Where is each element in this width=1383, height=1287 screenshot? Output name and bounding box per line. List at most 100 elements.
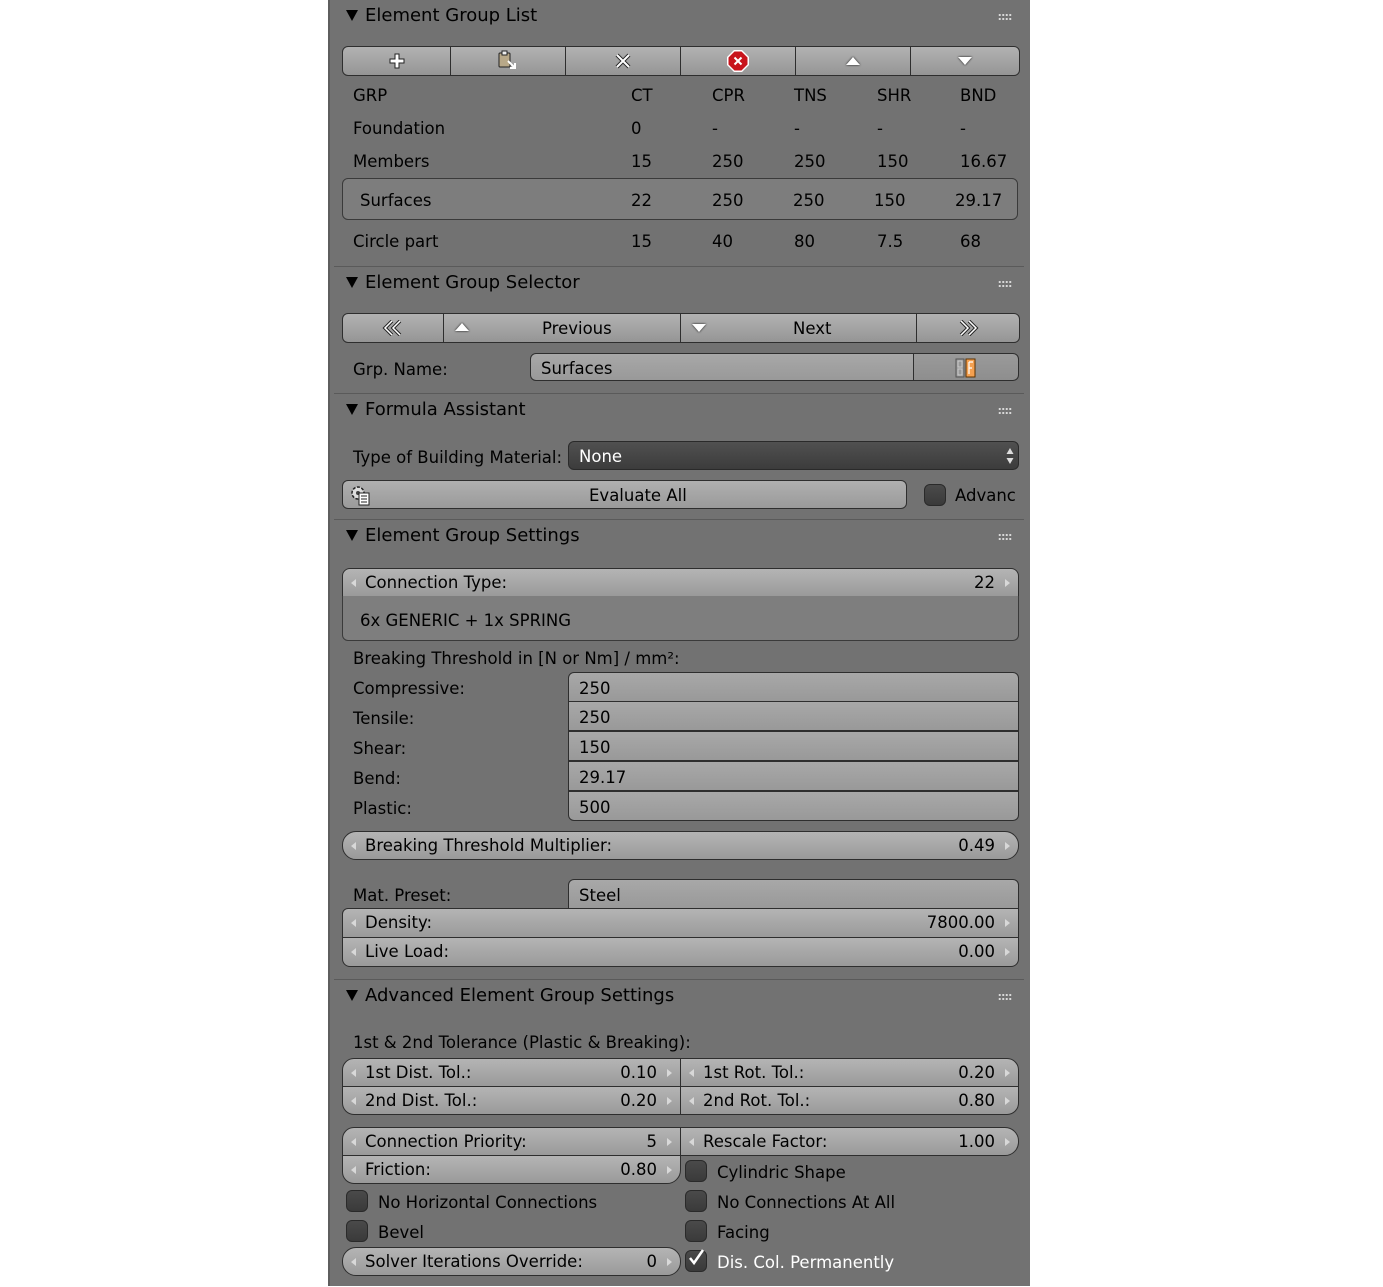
increment-arrow-icon[interactable] — [1005, 948, 1010, 956]
increment-arrow-icon[interactable] — [667, 1069, 672, 1077]
grp-name-input[interactable]: Surfaces — [530, 353, 914, 381]
dist-tol-2-field[interactable]: 2nd Dist. Tol.: 0.20 — [342, 1086, 681, 1115]
row-name: Circle part — [353, 232, 439, 251]
mat-preset-input[interactable]: Steel — [568, 879, 1019, 909]
collapse-triangle-icon[interactable] — [346, 990, 358, 1001]
element-group-selector-panel: Element Group Selector Previous Next Grp… — [334, 266, 1024, 394]
row-ct: 0 — [631, 119, 642, 138]
rescale-factor-field[interactable]: Rescale Factor: 1.00 — [680, 1127, 1019, 1156]
last-group-button[interactable] — [916, 314, 1019, 342]
triangle-down-icon — [692, 324, 706, 332]
threshold-multiplier-label: Breaking Threshold Multiplier: — [365, 836, 613, 855]
increment-arrow-icon[interactable] — [1005, 1138, 1010, 1146]
collapse-triangle-icon[interactable] — [346, 530, 358, 541]
move-group-down-button[interactable] — [910, 47, 1019, 75]
decrement-arrow-icon[interactable] — [689, 1069, 694, 1077]
material-type-dropdown[interactable]: None — [568, 441, 1019, 470]
tensile-input[interactable]: 250 — [568, 701, 1019, 731]
decrement-arrow-icon[interactable] — [689, 1097, 694, 1105]
row-bnd: - — [960, 119, 966, 138]
decrement-arrow-icon[interactable] — [351, 842, 356, 850]
cylindric-shape-checkbox[interactable] — [685, 1160, 707, 1182]
collapse-triangle-icon[interactable] — [346, 277, 358, 288]
increment-arrow-icon[interactable] — [667, 1258, 672, 1266]
paste-group-button[interactable] — [450, 47, 565, 75]
column-header-cpr: CPR — [712, 86, 745, 105]
decrement-arrow-icon[interactable] — [351, 1069, 356, 1077]
first-group-button[interactable] — [343, 314, 443, 342]
triangle-up-icon — [455, 323, 469, 331]
panel-header[interactable]: Formula Assistant — [334, 394, 1024, 430]
threshold-multiplier-field[interactable]: Breaking Threshold Multiplier: 0.49 — [342, 831, 1019, 860]
bend-input[interactable]: 29.17 — [568, 761, 1019, 791]
row-tns: 80 — [794, 232, 815, 251]
bevel-checkbox[interactable] — [346, 1220, 368, 1242]
checkmark-icon — [689, 1249, 705, 1266]
cylindric-shape-label: Cylindric Shape — [717, 1163, 846, 1182]
decrement-arrow-icon[interactable] — [351, 919, 356, 927]
formula-assistant-panel: Formula Assistant Type of Building Mater… — [334, 393, 1024, 520]
advanced-settings-panel: Advanced Element Group Settings 1st & 2n… — [334, 979, 1024, 1287]
dist-tol-2-label: 2nd Dist. Tol.: — [365, 1091, 478, 1110]
row-ct: 15 — [631, 152, 652, 171]
drag-grip-icon[interactable] — [998, 13, 1012, 21]
advanced-label: Advanc — [955, 486, 1016, 505]
rot-tol-2-field[interactable]: 2nd Rot. Tol.: 0.80 — [680, 1086, 1019, 1115]
drag-grip-icon[interactable] — [998, 280, 1012, 288]
decrement-arrow-icon[interactable] — [351, 579, 356, 587]
column-header-tns: TNS — [794, 86, 827, 105]
table-row-selected[interactable]: Surfaces 22 250 250 150 29.17 — [342, 178, 1018, 220]
panel-header[interactable]: Element Group Selector — [334, 267, 1024, 303]
density-field[interactable]: Density: 7800.00 — [342, 908, 1019, 938]
solver-iterations-field[interactable]: Solver Iterations Override: 0 — [342, 1247, 681, 1276]
increment-arrow-icon[interactable] — [667, 1166, 672, 1174]
next-group-button[interactable]: Next — [680, 314, 916, 342]
decrement-arrow-icon[interactable] — [351, 1097, 356, 1105]
remove-all-groups-button[interactable] — [680, 47, 795, 75]
drag-grip-icon[interactable] — [998, 993, 1012, 1001]
increment-arrow-icon[interactable] — [667, 1138, 672, 1146]
panel-header[interactable]: Element Group Settings — [334, 520, 1024, 556]
shear-input[interactable]: 150 — [568, 731, 1019, 761]
increment-arrow-icon[interactable] — [667, 1097, 672, 1105]
decrement-arrow-icon[interactable] — [689, 1138, 694, 1146]
plastic-input[interactable]: 500 — [568, 791, 1019, 821]
remove-group-button[interactable] — [565, 47, 680, 75]
decrement-arrow-icon[interactable] — [351, 1258, 356, 1266]
move-group-up-button[interactable] — [795, 47, 910, 75]
advanced-checkbox[interactable] — [924, 484, 946, 506]
increment-arrow-icon[interactable] — [1005, 1069, 1010, 1077]
increment-arrow-icon[interactable] — [1005, 579, 1010, 587]
no-connections-checkbox[interactable] — [685, 1190, 707, 1212]
move-up-icon — [846, 57, 860, 65]
decrement-arrow-icon[interactable] — [351, 1138, 356, 1146]
connection-priority-field[interactable]: Connection Priority: 5 — [342, 1127, 681, 1156]
drag-grip-icon[interactable] — [998, 407, 1012, 415]
compressive-input[interactable]: 250 — [568, 672, 1019, 702]
collapse-triangle-icon[interactable] — [346, 404, 358, 415]
no-horizontal-connections-checkbox[interactable] — [346, 1190, 368, 1212]
add-group-button[interactable] — [343, 47, 450, 75]
live-load-field[interactable]: Live Load: 0.00 — [342, 937, 1019, 967]
connection-type-field[interactable]: Connection Type: 22 — [342, 568, 1019, 597]
rename-toggle-button[interactable] — [913, 353, 1019, 381]
connection-description: 6x GENERIC + 1x SPRING — [360, 611, 572, 630]
increment-arrow-icon[interactable] — [1005, 919, 1010, 927]
evaluate-all-button[interactable]: Evaluate All — [342, 480, 907, 509]
decrement-arrow-icon[interactable] — [351, 1166, 356, 1174]
previous-group-button[interactable]: Previous — [443, 314, 680, 342]
row-ct: 15 — [631, 232, 652, 251]
increment-arrow-icon[interactable] — [1005, 842, 1010, 850]
drag-grip-icon[interactable] — [998, 533, 1012, 541]
rot-tol-1-field[interactable]: 1st Rot. Tol.: 0.20 — [680, 1058, 1019, 1087]
panel-header[interactable]: Element Group List — [334, 0, 1024, 36]
increment-arrow-icon[interactable] — [1005, 1097, 1010, 1105]
decrement-arrow-icon[interactable] — [351, 948, 356, 956]
panel-header[interactable]: Advanced Element Group Settings — [334, 980, 1024, 1016]
friction-field[interactable]: Friction: 0.80 — [342, 1155, 681, 1184]
dis-col-permanently-checkbox[interactable] — [685, 1249, 707, 1272]
facing-checkbox[interactable] — [685, 1220, 707, 1242]
collapse-triangle-icon[interactable] — [346, 10, 358, 21]
row-shr: 7.5 — [877, 232, 904, 251]
dist-tol-1-field[interactable]: 1st Dist. Tol.: 0.10 — [342, 1058, 681, 1087]
